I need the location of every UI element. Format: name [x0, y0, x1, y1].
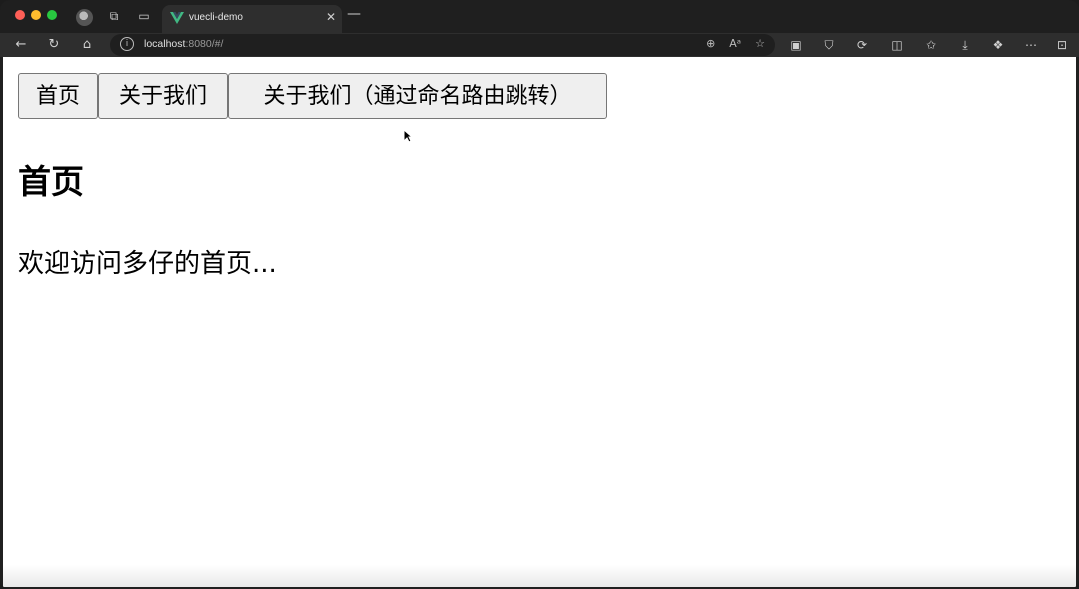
mouse-cursor-icon: [403, 129, 413, 143]
tab-actions-icon[interactable]: ▭: [136, 8, 152, 24]
url-path: :8080/#/: [185, 38, 224, 50]
page-viewport: 首页 关于我们 关于我们（通过命名路由跳转） 首页 欢迎访问多仔的首页...: [3, 57, 1076, 587]
about-us-named-route-button[interactable]: 关于我们（通过命名路由跳转）: [228, 73, 607, 119]
maximize-window-button[interactable]: [47, 10, 57, 20]
read-aloud-icon[interactable]: Aᵃ: [729, 37, 741, 50]
favorites-icon[interactable]: ✩: [922, 36, 940, 54]
page-heading: 首页: [18, 162, 84, 201]
split-screen-icon[interactable]: ◫: [888, 36, 906, 54]
zoom-icon[interactable]: ⊕: [706, 37, 715, 50]
close-tab-icon[interactable]: ✕: [326, 10, 336, 24]
back-icon[interactable]: ←: [12, 36, 30, 54]
home-icon[interactable]: ⌂: [78, 36, 96, 54]
address-toolbar: ← ↻ ⌂ i localhost:8080/#/ ⊕ Aᵃ ☆ ▣ ⛉ ⟳ ◫…: [0, 33, 1079, 57]
downloads-icon[interactable]: ⤓: [956, 36, 974, 54]
page-bottom-shade: [3, 565, 1076, 587]
minimize-window-button[interactable]: [31, 10, 41, 20]
url-text[interactable]: localhost:8080/#/: [144, 38, 223, 50]
home-button[interactable]: 首页: [18, 73, 98, 119]
address-bar-actions: ⊕ Aᵃ ☆: [706, 37, 765, 50]
new-tab-button[interactable]: —: [347, 6, 361, 22]
shield-icon[interactable]: ⛉: [820, 36, 838, 54]
sidebar-icon[interactable]: ⊡: [1053, 36, 1071, 54]
address-bar[interactable]: i localhost:8080/#/ ⊕ Aᵃ ☆: [110, 34, 775, 56]
url-host: localhost: [144, 38, 186, 50]
vue-logo-icon: [170, 12, 184, 24]
tab-title: vuecli-demo: [189, 12, 243, 23]
close-window-button[interactable]: [15, 10, 25, 20]
profile-avatar[interactable]: [76, 9, 93, 26]
tab-bar: ⧉ ▭ vuecli-demo ✕ —: [0, 0, 1079, 33]
more-menu-icon[interactable]: ⋯: [1022, 36, 1040, 54]
copilot-icon[interactable]: ❖: [989, 36, 1007, 54]
workspaces-icon[interactable]: ⧉: [106, 8, 122, 24]
refresh-extension-icon[interactable]: ⟳: [853, 36, 871, 54]
favorite-star-icon[interactable]: ☆: [755, 37, 765, 50]
reload-icon[interactable]: ↻: [45, 36, 63, 54]
tab-active[interactable]: vuecli-demo ✕: [162, 5, 342, 33]
extension-icon[interactable]: ▣: [787, 36, 805, 54]
welcome-text: 欢迎访问多仔的首页...: [18, 249, 277, 279]
site-info-icon[interactable]: i: [120, 37, 134, 51]
browser-window: ⧉ ▭ vuecli-demo ✕ — ← ↻ ⌂ i localhost:80…: [0, 0, 1079, 589]
about-us-button[interactable]: 关于我们: [98, 73, 228, 119]
